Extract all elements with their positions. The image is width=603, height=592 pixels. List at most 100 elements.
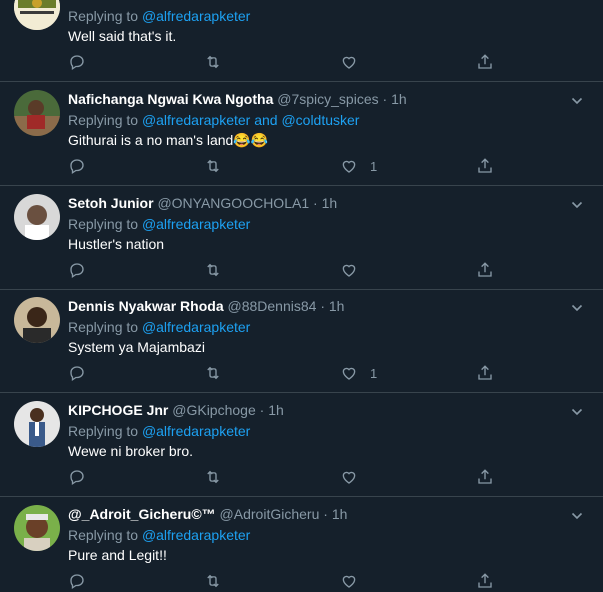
more-menu[interactable] <box>571 405 583 417</box>
reply-icon <box>70 574 84 590</box>
share-icon <box>478 573 492 588</box>
mention-link[interactable]: @alfredarapketer <box>142 527 250 543</box>
display-name[interactable]: KIPCHOGE Jnr <box>68 402 168 418</box>
replying-to: Replying to @alfredarapketer <box>68 8 251 24</box>
mention-link[interactable]: @alfredarapketer <box>142 216 250 232</box>
timestamp[interactable]: 1h <box>268 402 284 418</box>
share-button[interactable] <box>476 571 494 591</box>
tweet-text: Pure and Legit!! <box>68 547 167 563</box>
reply-button[interactable] <box>68 260 86 280</box>
user-handle[interactable]: @AdroitGicheru <box>220 506 320 522</box>
mention-link[interactable]: @alfredarapketer <box>142 423 250 439</box>
more-menu[interactable] <box>571 198 583 210</box>
tweet-text: Wewe ni broker bro. <box>68 443 194 459</box>
replying-to: Replying to @alfredarapketer <box>68 423 251 439</box>
mention-link[interactable]: @alfredarapketer <box>142 319 250 335</box>
retweet-button[interactable] <box>204 363 222 383</box>
replying-to: Replying to @alfredarapketer <box>68 527 251 543</box>
share-icon <box>478 365 492 380</box>
retweet-button[interactable] <box>204 260 222 280</box>
share-button[interactable] <box>476 156 494 176</box>
like-icon <box>342 575 356 588</box>
reply-icon <box>70 55 84 71</box>
like-button[interactable] <box>340 52 370 72</box>
retweet-icon <box>207 470 219 484</box>
like-icon <box>342 471 356 484</box>
user-handle[interactable]: @7spicy_spices <box>277 91 378 107</box>
like-button[interactable] <box>340 260 370 280</box>
user-handle[interactable]: @GKipchoge <box>172 402 255 418</box>
like-icon <box>342 160 356 173</box>
user-handle[interactable]: @ONYANGOOCHOLA1 <box>157 195 309 211</box>
reply-button[interactable] <box>68 156 86 176</box>
avatar[interactable] <box>14 505 60 551</box>
like-icon <box>342 367 356 380</box>
chevron-down-icon <box>571 97 583 105</box>
display-name[interactable]: Nafichanga Ngwai Kwa Ngotha <box>68 91 273 107</box>
separator: · <box>320 298 325 314</box>
tweet-header: Setoh Junior @ONYANGOOCHOLA1 · 1h <box>68 194 563 212</box>
display-name[interactable]: @_Adroit_Gicheru©™ <box>68 506 216 522</box>
share-icon <box>478 469 492 484</box>
display-name[interactable]: Dennis Nyakwar Rhoda <box>68 298 224 314</box>
tweet[interactable]: Dennis Nyakwar Rhoda @88Dennis84 · 1h Re… <box>0 290 603 393</box>
tweet-header: KIPCHOGE Jnr @GKipchoge · 1h <box>68 401 563 419</box>
tweet[interactable]: KIPCHOGE Jnr @GKipchoge · 1h Replying to… <box>0 393 603 497</box>
retweet-button[interactable] <box>204 467 222 487</box>
share-icon <box>478 158 492 173</box>
avatar[interactable] <box>14 0 60 30</box>
share-button[interactable] <box>476 467 494 487</box>
avatar[interactable] <box>14 297 60 343</box>
user-handle[interactable]: @88Dennis84 <box>228 298 317 314</box>
tweet[interactable]: Nafichanga Ngwai Kwa Ngotha @7spicy_spic… <box>0 82 603 186</box>
timestamp[interactable]: 1h <box>322 195 338 211</box>
share-button[interactable] <box>476 363 494 383</box>
like-icon <box>342 56 356 69</box>
tweet-header: Nafichanga Ngwai Kwa Ngotha @7spicy_spic… <box>68 90 563 108</box>
retweet-button[interactable] <box>204 52 222 72</box>
avatar[interactable] <box>14 194 60 240</box>
tweet-actions: 1 <box>68 363 498 383</box>
retweet-button[interactable] <box>204 571 222 591</box>
like-count: 1 <box>370 365 378 381</box>
reply-button[interactable] <box>68 363 86 383</box>
avatar[interactable] <box>14 401 60 447</box>
mention-link[interactable]: @alfredarapketer and @coldtusker <box>142 112 360 128</box>
display-name[interactable]: Setoh Junior <box>68 195 154 211</box>
more-menu[interactable] <box>571 301 583 313</box>
replying-to: Replying to @alfredarapketer <box>68 319 251 335</box>
chevron-down-icon <box>571 408 583 416</box>
timestamp[interactable]: 1h <box>391 91 407 107</box>
share-button[interactable] <box>476 260 494 280</box>
tweet-text: System ya Majambazi <box>68 339 205 355</box>
more-menu[interactable] <box>571 509 583 521</box>
tweet-actions <box>68 260 498 280</box>
tweet-actions: 1 <box>68 156 498 176</box>
retweet-icon <box>207 55 219 69</box>
tweet[interactable]: Replying to @alfredarapketer Well said t… <box>0 0 603 82</box>
like-icon <box>342 264 356 277</box>
more-menu[interactable] <box>571 94 583 106</box>
retweet-button[interactable] <box>204 156 222 176</box>
reply-button[interactable] <box>68 571 86 591</box>
like-button[interactable] <box>340 571 370 591</box>
like-count: 1 <box>370 158 378 174</box>
tweet[interactable]: @_Adroit_Gicheru©™ @AdroitGicheru · 1h R… <box>0 497 603 592</box>
tweet-text: Githurai is a no man's land😂😂 <box>68 132 269 148</box>
reply-button[interactable] <box>68 467 86 487</box>
retweet-icon <box>207 159 219 173</box>
reply-icon <box>70 263 84 279</box>
separator: · <box>313 195 318 211</box>
like-button[interactable]: 1 <box>340 363 377 383</box>
mention-link[interactable]: @alfredarapketer <box>142 8 250 24</box>
chevron-down-icon <box>571 201 583 209</box>
avatar[interactable] <box>14 90 60 136</box>
like-button[interactable] <box>340 467 370 487</box>
reply-button[interactable] <box>68 52 86 72</box>
tweet[interactable]: Setoh Junior @ONYANGOOCHOLA1 · 1h Replyi… <box>0 186 603 290</box>
timestamp[interactable]: 1h <box>332 506 348 522</box>
share-button[interactable] <box>476 52 494 72</box>
like-button[interactable]: 1 <box>340 156 377 176</box>
chevron-down-icon <box>571 304 583 312</box>
timestamp[interactable]: 1h <box>329 298 345 314</box>
